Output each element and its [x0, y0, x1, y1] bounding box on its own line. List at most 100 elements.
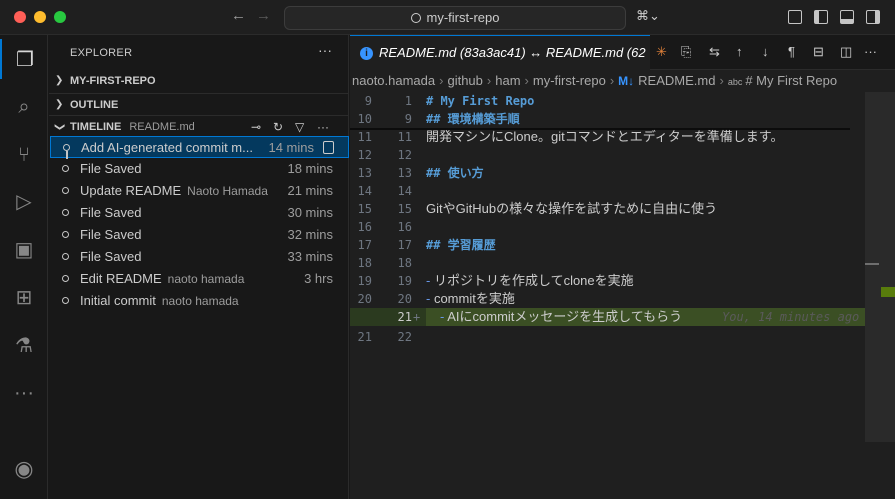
modified-line-number: 11	[397, 130, 412, 144]
accounts-button[interactable]: ◉	[0, 449, 48, 489]
source-control-icon: ⑂	[18, 143, 30, 166]
tab-bar: i README.md (83a3ac41) ↔ README.md (62 ✳ …	[350, 35, 895, 70]
timeline-item[interactable]: Edit README naoto hamada 3 hrs	[50, 268, 349, 290]
breadcrumb-item[interactable]: github	[447, 73, 482, 88]
editor-scrollbar[interactable]	[865, 92, 895, 442]
whitespace-icon[interactable]: ¶	[788, 44, 795, 59]
code-line[interactable]: 14 14	[350, 182, 880, 200]
window-title: my-first-repo	[426, 10, 500, 25]
original-line-number: 19	[357, 274, 372, 288]
chevron-right-icon: ›	[609, 73, 615, 88]
activity-extensions[interactable]: ⊞	[0, 277, 48, 317]
timeline-item-title: File Saved	[80, 161, 142, 176]
customize-layout-icon[interactable]	[788, 10, 802, 24]
breadcrumb-item[interactable]: naoto.hamada	[352, 73, 435, 88]
activity-source-control[interactable]: ⑂	[0, 135, 48, 175]
timeline-item-label: File Saved	[80, 246, 141, 268]
toggle-primary-sidebar-icon[interactable]	[814, 10, 828, 24]
code-line[interactable]: 16 16	[350, 218, 880, 236]
breadcrumb-item[interactable]: README.md	[638, 73, 715, 88]
activity-search[interactable]: ⌕	[0, 87, 48, 127]
split-editor-icon[interactable]: ◫	[840, 44, 852, 60]
section-header-outline[interactable]: ❯ OUTLINE	[49, 93, 349, 115]
code-line[interactable]: 18 18	[350, 254, 880, 272]
code-line[interactable]: 11 11 開発マシンにClone。gitコマンドとエディターを準備します。	[350, 128, 880, 146]
original-line-number: 13	[357, 166, 372, 180]
breadcrumb-item[interactable]: my-first-repo	[533, 73, 606, 88]
activity-more[interactable]: ···	[0, 373, 48, 413]
account-icon: ◉	[14, 456, 34, 481]
timeline-item[interactable]: File Saved 33 mins	[50, 246, 349, 268]
window-maximize-button[interactable]	[54, 11, 66, 23]
open-changes-icon[interactable]: ⎘	[681, 44, 691, 60]
tab-label: README.md (83a3ac41) ↔ README.md (62	[379, 45, 646, 60]
code-line[interactable]: 21 22	[350, 328, 880, 346]
timeline-item-time: 21 mins	[287, 183, 333, 198]
timeline-item-author: naoto hamada	[161, 294, 239, 308]
commit-dot-icon	[62, 209, 69, 216]
timeline-item[interactable]: Add AI-generated commit m... 14 mins	[50, 136, 349, 159]
original-line-number: 11	[357, 130, 372, 144]
pin-icon[interactable]: ⊸	[251, 116, 261, 138]
timeline-item[interactable]: File Saved 32 mins	[50, 224, 349, 246]
more-actions-icon[interactable]: ···	[864, 44, 877, 59]
code-line[interactable]: 20 20 - commitを実施	[350, 290, 880, 308]
explorer-sidebar: EXPLORER ··· ❯ MY-FIRST-REPO ❯ OUTLINE ❯…	[49, 35, 376, 499]
filter-icon[interactable]: ▽	[295, 116, 304, 138]
code-line-text: - AIにcommitメッセージを生成してもらう	[440, 309, 683, 324]
forward-arrow-icon[interactable]: →	[256, 7, 271, 24]
activity-explorer[interactable]: ❐	[0, 39, 48, 79]
toggle-secondary-sidebar-icon[interactable]	[866, 10, 880, 24]
sidebar-title: EXPLORER	[70, 47, 133, 59]
activity-remote-explorer[interactable]: ▣	[0, 229, 48, 269]
code-line[interactable]: 15 15 GitやGitHubの様々な操作を試すために自由に使う	[350, 200, 880, 218]
code-line-text: # My First Repo	[426, 94, 535, 108]
added-code-line[interactable]: 21 + - AIにcommitメッセージを生成してもらう You, 14 minut…	[350, 308, 880, 326]
open-preview-icon[interactable]: ⊟	[813, 44, 824, 60]
timeline-item[interactable]: File Saved 30 mins	[50, 202, 349, 224]
code-line[interactable]: 19 19 - リポジトリを作成してcloneを実施	[350, 272, 880, 290]
open-file-icon[interactable]: ⇆	[709, 44, 720, 60]
timeline-item[interactable]: File Saved 18 mins	[50, 158, 349, 180]
original-line-number: 10	[357, 112, 372, 126]
timeline-item-label: File Saved	[80, 224, 141, 246]
toggle-panel-icon[interactable]	[840, 10, 854, 24]
refresh-icon[interactable]: ↻	[273, 116, 283, 138]
tab-readme-diff[interactable]: i README.md (83a3ac41) ↔ README.md (62	[350, 35, 650, 70]
command-center-search[interactable]: my-first-repo	[284, 6, 626, 30]
timeline-item[interactable]: Update README Naoto Hamada 21 mins	[50, 180, 349, 202]
code-line[interactable]: 17 17 ## 学習履歴	[350, 236, 880, 254]
code-line[interactable]: 13 13 ## 使い方	[350, 164, 880, 182]
sticky-scroll-shadow	[350, 128, 850, 130]
window-minimize-button[interactable]	[34, 11, 46, 23]
modified-line-number: 14	[397, 184, 412, 198]
timeline-item-label: Initial commit naoto hamada	[80, 290, 239, 312]
code-line[interactable]: 12 12	[350, 146, 880, 164]
more-actions-icon[interactable]: ···	[318, 42, 332, 58]
sparkle-icon[interactable]: ✳	[656, 44, 667, 60]
breadcrumb-item[interactable]: # My First Repo	[745, 73, 837, 88]
open-changes-icon[interactable]	[323, 141, 334, 154]
window-close-button[interactable]	[14, 11, 26, 23]
modified-line-number: 21	[397, 310, 412, 324]
code-editor[interactable]: 9 1 # My First Repo 10 9 ## 環境構築手順 11 11 開発マシンにC…	[350, 92, 895, 499]
code-line[interactable]: 9 1 # My First Repo	[350, 92, 880, 110]
timeline-item-label: Edit README naoto hamada	[80, 268, 244, 290]
next-change-icon[interactable]: ↓	[762, 44, 769, 59]
chevron-right-icon: ❯	[55, 99, 64, 110]
timeline-item[interactable]: Initial commit naoto hamada	[50, 290, 349, 312]
timeline-item-author: naoto hamada	[167, 272, 245, 286]
breadcrumb-item[interactable]: ham	[495, 73, 520, 88]
previous-change-icon[interactable]: ↑	[736, 44, 743, 59]
more-actions-icon[interactable]: ···	[317, 116, 329, 138]
modified-line-number: 17	[397, 238, 412, 252]
copilot-icon[interactable]: ⌘⌄	[636, 8, 660, 24]
activity-testing[interactable]: ⚗	[0, 325, 48, 365]
activity-run-debug[interactable]: ▷	[0, 181, 48, 221]
code-line[interactable]: 10 9 ## 環境構築手順	[350, 110, 880, 128]
back-arrow-icon[interactable]: ←	[231, 7, 246, 24]
timeline-item-label: File Saved	[80, 202, 141, 224]
section-header-repo[interactable]: ❯ MY-FIRST-REPO	[49, 70, 349, 92]
more-icon: ···	[14, 381, 34, 404]
section-header-timeline[interactable]: ❯ TIMELINE README.md ⊸ ↻ ▽ ···	[49, 115, 349, 137]
